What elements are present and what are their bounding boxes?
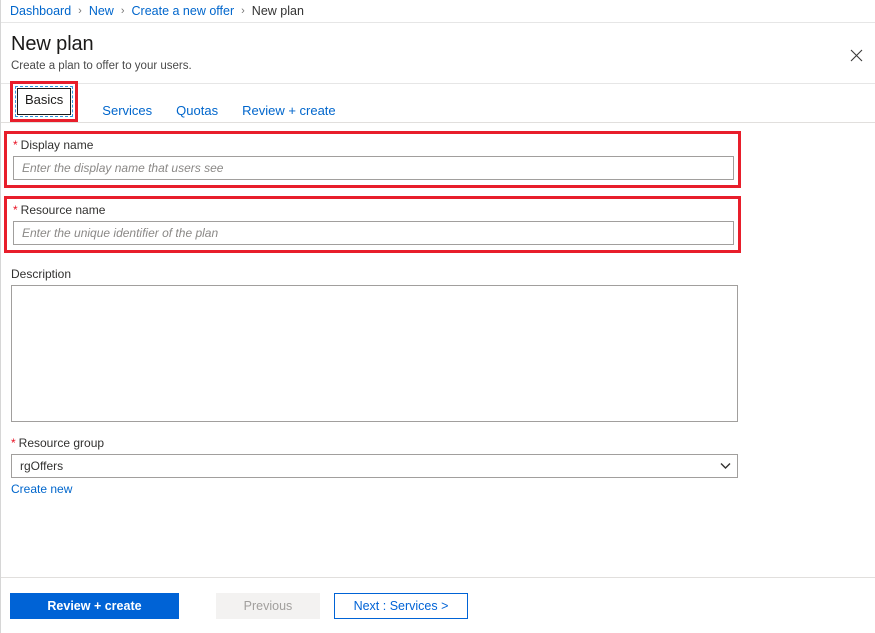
close-icon[interactable] [845, 44, 867, 66]
display-name-label: *Display name [13, 137, 734, 153]
resource-group-selected-value: rgOffers [20, 459, 63, 473]
resource-group-field: *Resource group rgOffers Create new [11, 435, 738, 497]
resource-name-input[interactable] [13, 221, 734, 245]
description-textarea[interactable] [11, 285, 738, 422]
breadcrumb-item-dashboard[interactable]: Dashboard [10, 4, 71, 18]
review-create-button[interactable]: Review + create [10, 593, 179, 619]
display-name-label-text: Display name [21, 138, 94, 152]
next-services-button[interactable]: Next : Services > [334, 593, 468, 619]
resource-name-label-text: Resource name [21, 203, 106, 217]
breadcrumb-separator-icon: › [78, 5, 82, 17]
breadcrumb-item-create-a-new-offer[interactable]: Create a new offer [132, 4, 235, 18]
breadcrumb-item-new-plan: New plan [252, 4, 304, 18]
resource-name-field-annotation: *Resource name [4, 196, 741, 253]
blade-header: New plan Create a plan to offer to your … [1, 23, 875, 84]
blade-footer: Review + create Previous Next : Services… [1, 577, 875, 633]
form-body: *Display name *Resource name Description… [1, 123, 875, 577]
new-plan-blade: Dashboard › New › Create a new offer › N… [0, 0, 875, 633]
page-title: New plan [11, 32, 875, 57]
breadcrumb-separator-icon: › [241, 5, 245, 17]
tab-basics-annotation: Basics [10, 81, 78, 122]
resource-name-label: *Resource name [13, 202, 734, 218]
required-asterisk: * [13, 203, 18, 217]
previous-button: Previous [216, 593, 320, 619]
description-label: Description [11, 266, 738, 282]
tab-quotas[interactable]: Quotas [176, 102, 218, 122]
tab-services[interactable]: Services [102, 102, 152, 122]
resource-group-select-wrap: rgOffers [11, 454, 738, 478]
tab-basics[interactable]: Basics [25, 91, 63, 111]
tabs-bar: Basics Services Quotas Review + create [1, 84, 875, 123]
display-name-field-annotation: *Display name [4, 131, 741, 188]
breadcrumb-separator-icon: › [121, 5, 125, 17]
resource-group-select[interactable]: rgOffers [11, 454, 738, 478]
breadcrumb: Dashboard › New › Create a new offer › N… [1, 0, 875, 23]
resource-group-label-text: Resource group [19, 436, 104, 450]
display-name-input[interactable] [13, 156, 734, 180]
tab-review-create[interactable]: Review + create [242, 102, 336, 122]
tab-basics-focus-ring: Basics [15, 86, 73, 117]
tab-basics-border: Basics [17, 88, 71, 115]
breadcrumb-item-new[interactable]: New [89, 4, 114, 18]
description-field: Description [11, 266, 738, 422]
required-asterisk: * [13, 138, 18, 152]
resource-group-label: *Resource group [11, 435, 738, 451]
required-asterisk: * [11, 436, 16, 450]
tab-list: Basics Services Quotas Review + create [1, 96, 875, 122]
page-subtitle: Create a plan to offer to your users. [11, 59, 875, 73]
create-new-resource-group-link[interactable]: Create new [11, 482, 72, 497]
